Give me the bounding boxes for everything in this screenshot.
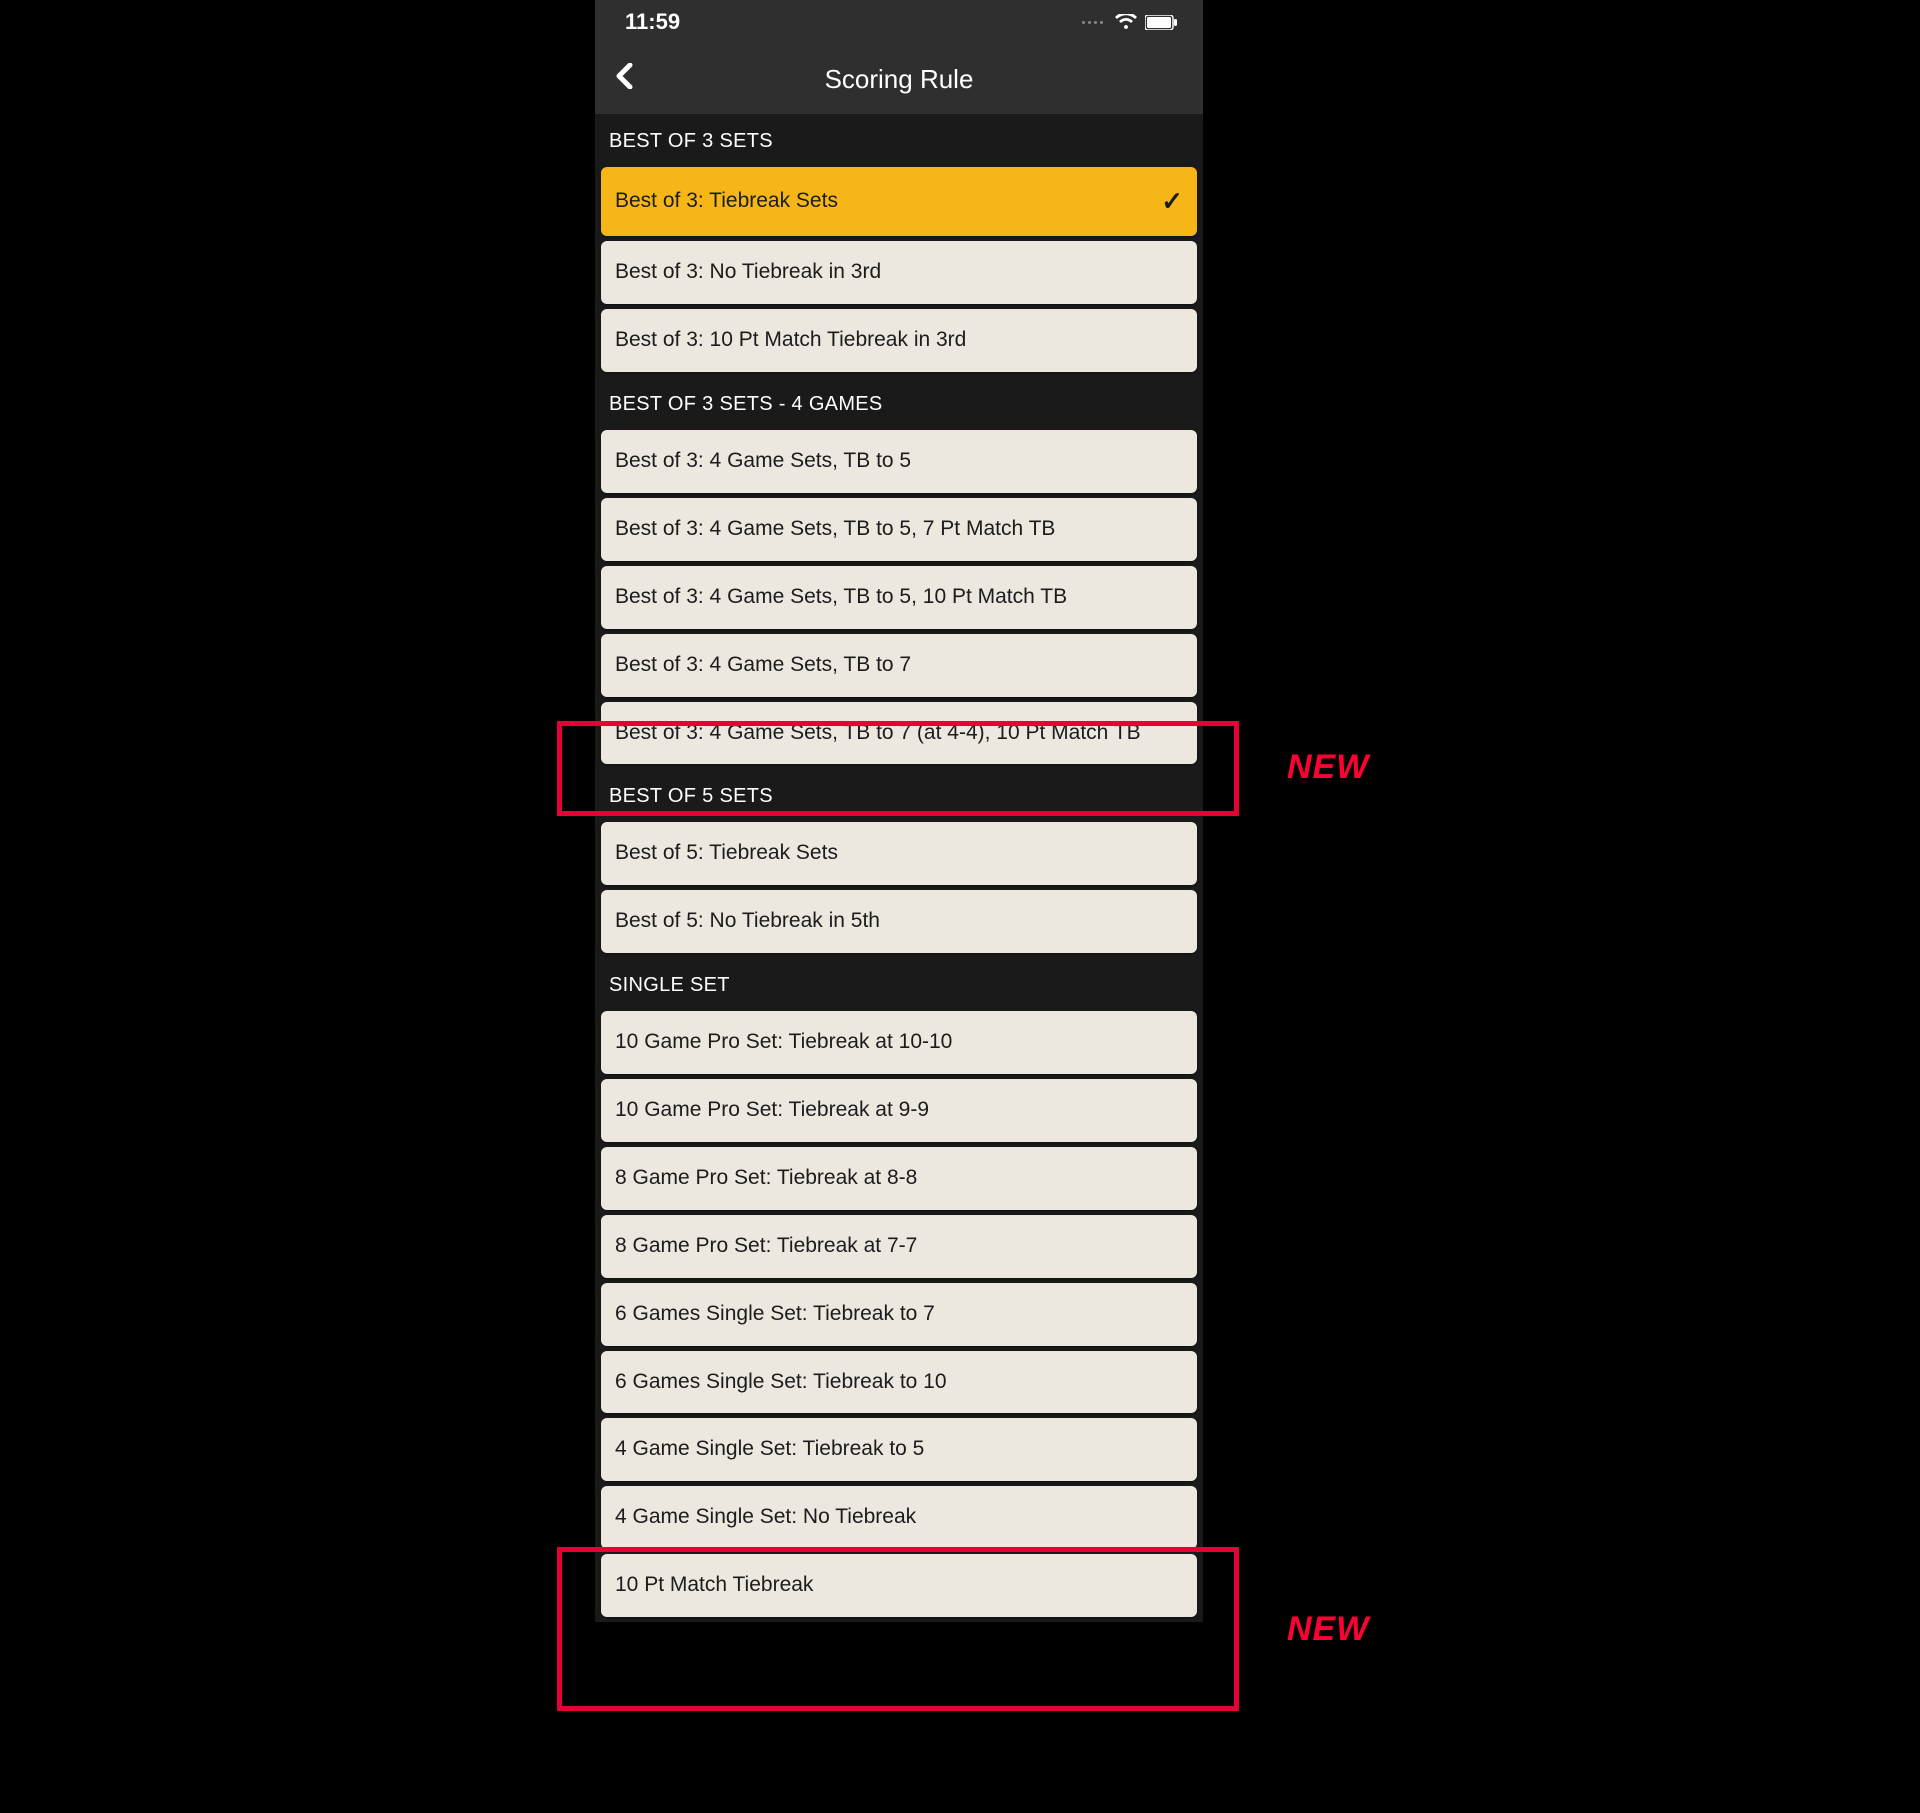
scoring-rule-row[interactable]: Best of 3: 4 Game Sets, TB to 5, 10 Pt M… (601, 566, 1197, 629)
scoring-rule-row[interactable]: Best of 3: 4 Game Sets, TB to 5, 7 Pt Ma… (601, 498, 1197, 561)
row-label: 8 Game Pro Set: Tiebreak at 8-8 (615, 1165, 1183, 1192)
scoring-rule-row[interactable]: Best of 5: Tiebreak Sets (601, 822, 1197, 885)
scoring-rule-row[interactable]: 6 Games Single Set: Tiebreak to 7 (601, 1283, 1197, 1346)
wifi-icon (1115, 14, 1137, 30)
row-label: Best of 3: 10 Pt Match Tiebreak in 3rd (615, 327, 1183, 354)
scoring-rule-row[interactable]: Best of 3: Tiebreak Sets✓ (601, 167, 1197, 236)
new-label-1: NEW (1287, 748, 1369, 787)
scoring-rule-row[interactable]: 10 Game Pro Set: Tiebreak at 9-9 (601, 1079, 1197, 1142)
scoring-rule-row[interactable]: Best of 3: 10 Pt Match Tiebreak in 3rd (601, 309, 1197, 372)
row-label: 4 Game Single Set: No Tiebreak (615, 1504, 1183, 1531)
row-label: Best of 3: No Tiebreak in 3rd (615, 259, 1183, 286)
row-label: Best of 3: 4 Game Sets, TB to 5, 7 Pt Ma… (615, 516, 1183, 543)
scoring-rule-row[interactable]: 4 Game Single Set: Tiebreak to 5 (601, 1418, 1197, 1481)
checkmark-icon: ✓ (1161, 185, 1183, 218)
row-label: Best of 5: No Tiebreak in 5th (615, 908, 1183, 935)
status-time: 11:59 (625, 9, 680, 35)
row-label: Best of 5: Tiebreak Sets (615, 840, 1183, 867)
scoring-rule-row[interactable]: 6 Games Single Set: Tiebreak to 10 (601, 1351, 1197, 1414)
section-header: BEST OF 3 SETS (601, 114, 1197, 167)
scoring-rule-row[interactable]: Best of 5: No Tiebreak in 5th (601, 890, 1197, 953)
scoring-rule-list: BEST OF 3 SETSBest of 3: Tiebreak Sets✓B… (595, 114, 1203, 1617)
row-label: 10 Game Pro Set: Tiebreak at 10-10 (615, 1029, 1183, 1056)
page-title: Scoring Rule (595, 64, 1203, 95)
section-header: SINGLE SET (601, 958, 1197, 1011)
scoring-rule-row[interactable]: Best of 3: 4 Game Sets, TB to 5 (601, 430, 1197, 493)
new-label-2: NEW (1287, 1610, 1369, 1649)
scoring-rule-row[interactable]: Best of 3: No Tiebreak in 3rd (601, 241, 1197, 304)
phone-frame: 11:59 Scoring Rule BEST OF 3 SETSBest of… (595, 0, 1203, 1622)
scoring-rule-row[interactable]: 10 Pt Match Tiebreak (601, 1554, 1197, 1617)
row-label: Best of 3: 4 Game Sets, TB to 5, 10 Pt M… (615, 584, 1183, 611)
scoring-rule-row[interactable]: Best of 3: 4 Game Sets, TB to 7 (at 4-4)… (601, 702, 1197, 765)
scoring-rule-row[interactable]: 10 Game Pro Set: Tiebreak at 10-10 (601, 1011, 1197, 1074)
scoring-rule-row[interactable]: Best of 3: 4 Game Sets, TB to 7 (601, 634, 1197, 697)
row-label: 10 Pt Match Tiebreak (615, 1572, 1183, 1599)
row-label: Best of 3: Tiebreak Sets (615, 188, 1161, 215)
row-label: Best of 3: 4 Game Sets, TB to 5 (615, 448, 1183, 475)
chevron-left-icon (615, 63, 633, 89)
row-label: 10 Game Pro Set: Tiebreak at 9-9 (615, 1097, 1183, 1124)
back-button[interactable] (615, 63, 633, 96)
scoring-rule-row[interactable]: 8 Game Pro Set: Tiebreak at 7-7 (601, 1215, 1197, 1278)
row-label: Best of 3: 4 Game Sets, TB to 7 (at 4-4)… (615, 720, 1183, 747)
battery-icon (1145, 15, 1177, 30)
nav-bar: Scoring Rule (595, 44, 1203, 114)
row-label: 6 Games Single Set: Tiebreak to 7 (615, 1301, 1183, 1328)
row-label: 6 Games Single Set: Tiebreak to 10 (615, 1369, 1183, 1396)
section-header: BEST OF 3 SETS - 4 GAMES (601, 377, 1197, 430)
section-header: BEST OF 5 SETS (601, 769, 1197, 822)
status-bar: 11:59 (595, 0, 1203, 44)
row-label: 4 Game Single Set: Tiebreak to 5 (615, 1436, 1183, 1463)
scoring-rule-row[interactable]: 4 Game Single Set: No Tiebreak (601, 1486, 1197, 1549)
row-label: Best of 3: 4 Game Sets, TB to 7 (615, 652, 1183, 679)
scoring-rule-row[interactable]: 8 Game Pro Set: Tiebreak at 8-8 (601, 1147, 1197, 1210)
status-indicators (1082, 14, 1177, 30)
cellular-dots-icon (1082, 21, 1103, 24)
row-label: 8 Game Pro Set: Tiebreak at 7-7 (615, 1233, 1183, 1260)
